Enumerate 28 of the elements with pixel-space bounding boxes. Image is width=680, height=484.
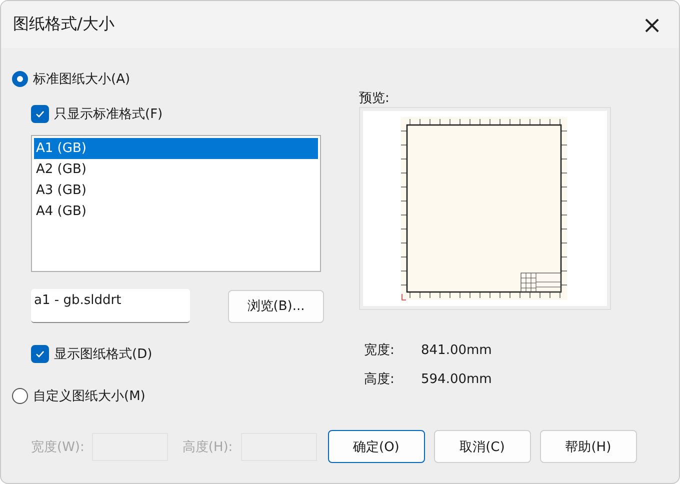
radio-label: 标准图纸大小(A) xyxy=(33,71,130,88)
check-icon xyxy=(34,348,46,360)
check-icon xyxy=(34,108,46,120)
list-item[interactable]: A3 (GB) xyxy=(34,180,318,201)
dialog-button[interactable]: 取消(C) xyxy=(434,430,531,463)
checkbox[interactable] xyxy=(31,345,49,363)
radio-button[interactable] xyxy=(12,388,28,404)
list-item[interactable]: A2 (GB) xyxy=(34,159,318,180)
dialog-button[interactable]: 帮助(H) xyxy=(540,430,637,463)
close-button[interactable]: × xyxy=(629,2,675,48)
dialog-button[interactable]: 确定(O) xyxy=(328,430,425,463)
checkbox-label: 显示图纸格式(D) xyxy=(54,346,152,363)
radio-button[interactable] xyxy=(12,71,28,87)
window-title: 图纸格式/大小 xyxy=(13,14,114,35)
size-label: 宽度(W): xyxy=(31,438,84,456)
list-item[interactable]: A4 (GB) xyxy=(34,201,318,222)
dimension-label: 高度: xyxy=(364,371,396,388)
file-field[interactable]: a1 - gb.slddrt xyxy=(31,289,190,323)
dimension-value: 841.00mm xyxy=(421,342,492,358)
checkbox[interactable] xyxy=(31,105,49,123)
dimension-label: 宽度: xyxy=(364,342,396,359)
browse-button[interactable]: 浏览(B)... xyxy=(228,290,324,322)
checkbox-label: 只显示标准格式(F) xyxy=(54,106,163,123)
size-label: 高度(H): xyxy=(182,438,233,456)
radio-label: 自定义图纸大小(M) xyxy=(33,388,146,405)
dimension-value: 594.00mm xyxy=(421,372,492,386)
list-item[interactable]: A1 (GB) xyxy=(34,138,318,159)
preview-label: 预览: xyxy=(359,90,390,107)
